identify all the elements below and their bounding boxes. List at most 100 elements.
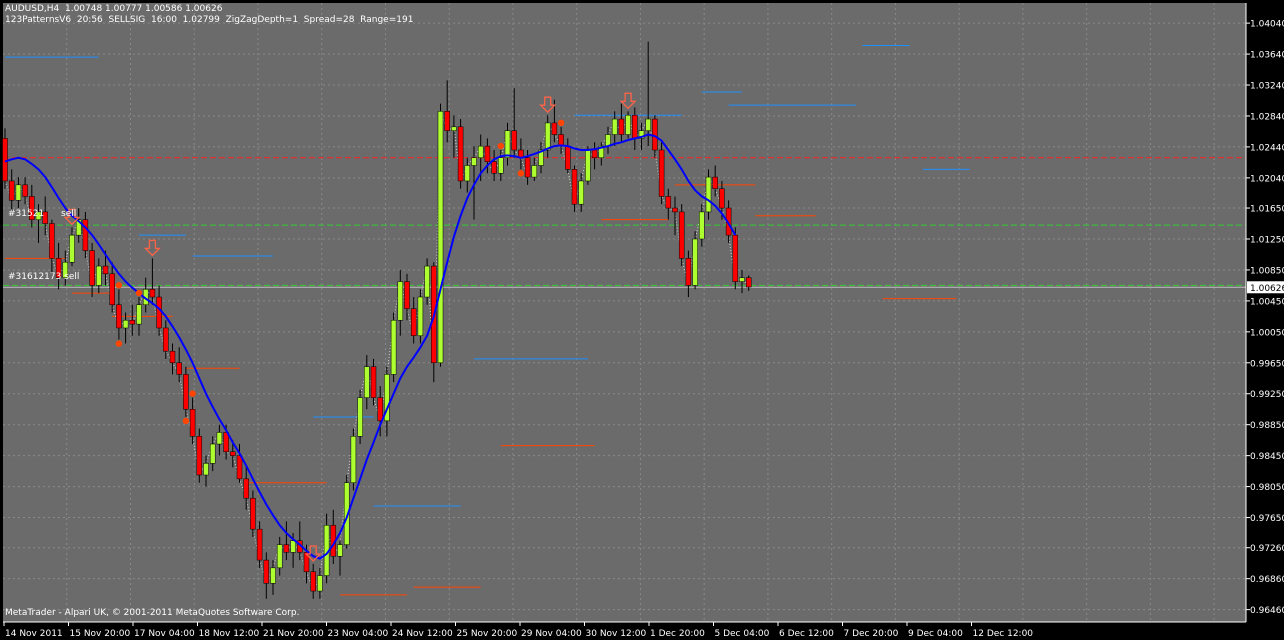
candle-body-bull (699, 211, 705, 240)
candle-body-bull (504, 130, 511, 158)
time-axis-label: 23 Nov 04:00 (328, 629, 389, 639)
candle-body-bull (96, 265, 102, 286)
time-axis-label: 5 Dec 04:00 (715, 629, 770, 639)
trade-label-short-sell: sell (61, 209, 77, 219)
pivot-high-dot (135, 289, 143, 297)
time-axis-label: 29 Nov 04:00 (521, 629, 582, 639)
price-axis-label: 1.00050 (1250, 328, 1284, 338)
candle-body-bear (8, 180, 15, 201)
price-axis-label: 0.97260 (1250, 544, 1284, 554)
time-axis-label: 15 Nov 20:00 (70, 629, 131, 639)
time-axis-label: 25 Nov 20:00 (457, 629, 518, 639)
price-axis-label: 1.01650 (1250, 205, 1284, 215)
candle-body-bear (672, 207, 678, 213)
trade-label-sell: #31612173 sell (8, 272, 80, 282)
candle-body-bull (417, 296, 424, 336)
current-price-label: 1.00626 (1250, 284, 1284, 294)
candle-body-bear (444, 111, 450, 131)
candle-body-bear (732, 234, 739, 282)
candle-body-bull (397, 281, 404, 321)
candle-body-bear (169, 350, 176, 364)
pivot-low-dot (517, 170, 525, 177)
price-axis-label: 1.00850 (1250, 266, 1284, 276)
candle-body-bull (209, 443, 216, 464)
candle-body-bull (317, 575, 323, 592)
candle-body-bull (544, 122, 551, 151)
candle-body-bear (491, 161, 497, 174)
candle-body-bear (591, 149, 598, 158)
candle-body-bear (712, 176, 718, 189)
pivot-high-dot (115, 282, 123, 289)
candle-body-bear (82, 219, 89, 251)
time-axis-label: 17 Nov 04:00 (134, 629, 195, 639)
candle-body-bear (189, 408, 196, 437)
trade-label-short-ticket: #31521 (8, 209, 45, 219)
candle-body-bear (163, 327, 169, 352)
candlestick-chart[interactable]: 1.04040 1.03640 1.03240 1.02840 1.02440 1.020… (0, 0, 1284, 640)
time-axis-label: 30 Nov 12:00 (586, 629, 647, 639)
time-axis-label: 6 Dec 12:00 (779, 629, 834, 639)
candle-body-bear (256, 528, 263, 561)
candle-body-bull (203, 463, 209, 476)
candle-body-bear (283, 544, 290, 553)
candle-body-bear (243, 478, 249, 499)
candle-body-bear (196, 436, 203, 476)
candle-body-bear (49, 223, 55, 259)
chart-window[interactable]: 1.04040 1.03640 1.03240 1.02840 1.02440 1.020… (0, 0, 1284, 640)
candle-body-bull (337, 544, 343, 557)
candle-body-bull (477, 145, 484, 159)
candle-body-bear (565, 145, 571, 170)
symbol-ohlc-header: AUDUSD,H4 1.00748 1.00777 1.00586 1.0062… (5, 4, 223, 14)
candle-body-bear (183, 374, 189, 410)
candle-body-bear (484, 145, 491, 162)
candle-body-bull (585, 149, 591, 182)
candle-body-bear (377, 397, 383, 422)
candle-body-bull (605, 134, 611, 147)
candle-body-bull (739, 277, 745, 282)
price-axis-label: 1.00450 (1250, 297, 1284, 307)
price-axis-label: 0.99650 (1250, 359, 1284, 369)
candle-body-bull (451, 126, 457, 131)
candle-body-bull (15, 184, 22, 201)
candle-body-bear (230, 451, 236, 456)
candle-body-bull (437, 111, 444, 364)
pivot-high-dot (189, 390, 196, 397)
candle-body-bear (250, 497, 256, 530)
candle-body-bear (116, 304, 122, 329)
candle-body-bear (719, 188, 725, 209)
price-axis-label: 1.03240 (1250, 82, 1284, 92)
candle-body-bull (578, 180, 584, 205)
indicator-info-header: 123PatternsV6 20:56 SELLSIG 16:00 1.0279… (5, 15, 414, 25)
candle-body-bull (464, 165, 471, 182)
candle-body-bear (685, 258, 692, 286)
candle-body-bear (2, 138, 8, 182)
candle-body-bull (290, 540, 296, 553)
candle-body-bear (457, 126, 464, 182)
candle-body-bear (109, 273, 115, 306)
candle-body-bear (652, 118, 658, 151)
pivot-low-dot (115, 340, 123, 347)
candle-body-bear (370, 366, 377, 398)
candle-body-bull (136, 304, 142, 325)
candle-body-bear (618, 118, 625, 135)
price-axis-label: 0.97650 (1250, 514, 1284, 524)
candle-body-bear (658, 149, 665, 197)
candle-body-bull (692, 238, 698, 286)
copyright-text: MetaTrader - Alpari UK, © 2001-2011 Meta… (5, 608, 300, 618)
candle-body-bear (511, 130, 517, 151)
candle-body-bear (236, 455, 243, 480)
candle-body-bear (89, 250, 95, 286)
time-axis-label: 24 Nov 12:00 (392, 629, 453, 639)
candle-body-bull (390, 319, 397, 375)
candle-body-bear (310, 571, 316, 592)
price-axis-label: 1.01250 (1250, 235, 1284, 245)
price-axis-label: 1.02840 (1250, 112, 1284, 122)
price-axis-label: 0.98850 (1250, 421, 1284, 431)
candle-body-bear (263, 559, 270, 584)
candle-body-bull (531, 165, 538, 178)
pivot-high-dot (497, 142, 504, 150)
candle-body-bear (632, 114, 638, 139)
candle-body-bull (498, 157, 504, 174)
time-axis-label: 18 Nov 12:00 (199, 629, 260, 639)
candle-body-bear (102, 265, 109, 275)
